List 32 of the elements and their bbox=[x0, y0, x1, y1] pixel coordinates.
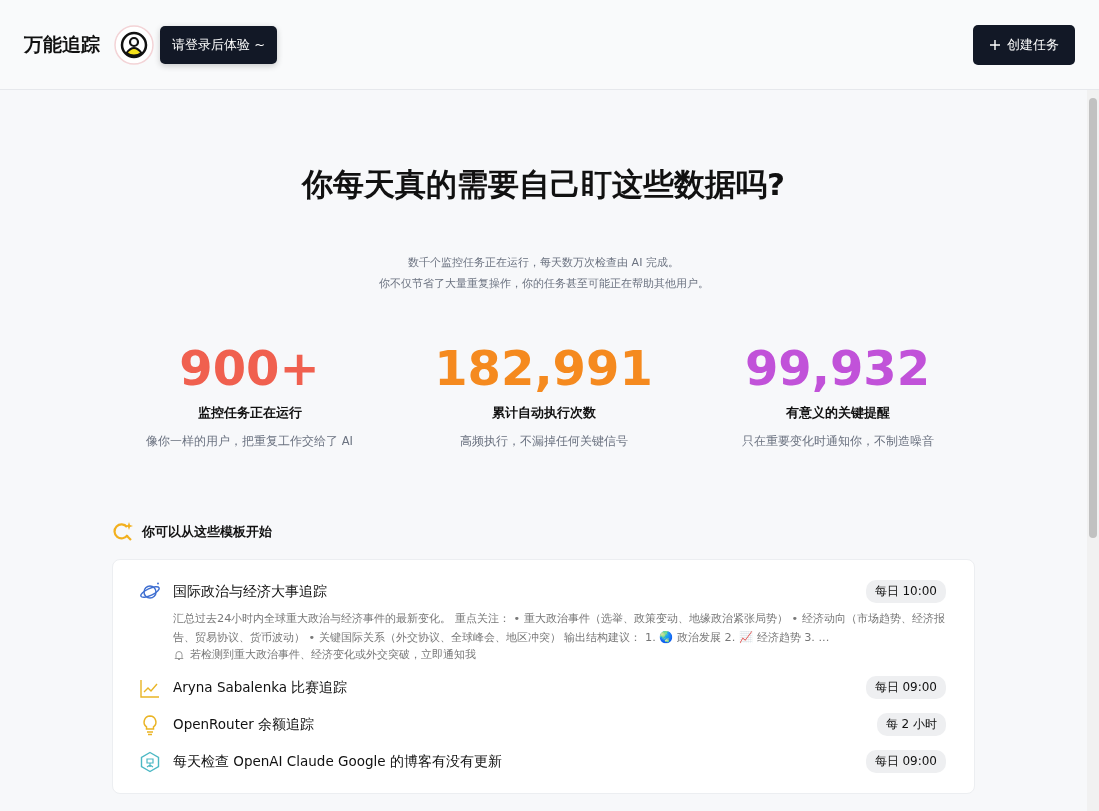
stat-label: 累计自动执行次数 bbox=[491, 404, 596, 422]
scrollbar-thumb[interactable] bbox=[1089, 98, 1097, 538]
template-title[interactable]: OpenRouter 余额追踪 bbox=[173, 715, 865, 734]
stat-number: 182,991 bbox=[434, 340, 653, 396]
sparkle-search-icon bbox=[112, 521, 134, 543]
template-title[interactable]: 国际政治与经济大事追踪 bbox=[173, 582, 854, 601]
hexagon-icon bbox=[139, 750, 161, 773]
stat-description: 高频执行，不漏掉任何关键信号 bbox=[459, 434, 628, 449]
notify-condition: 若检测到重大政治事件、经济变化或外交突破，立即通知我 bbox=[190, 647, 476, 662]
stat-description: 只在重要变化时通知你，不制造噪音 bbox=[741, 434, 934, 449]
logo-text: 万能追踪 bbox=[24, 31, 100, 57]
schedule-badge: 每 2 小时 bbox=[876, 713, 946, 736]
stat-label: 监控任务正在运行 bbox=[197, 404, 302, 422]
hero-subtitle: 你不仅节省了大量重复操作，你的任务甚至可能正在帮助其他用户。 bbox=[378, 276, 709, 292]
hero-title: 你每天真的需要自己盯这些数据吗? bbox=[302, 165, 785, 204]
schedule-badge: 每日 10:00 bbox=[865, 580, 946, 603]
template-title[interactable]: Aryna Sabalenka 比赛追踪 bbox=[173, 678, 854, 697]
template-title[interactable]: 每天检查 OpenAI Claude Google 的博客有没有更新 bbox=[173, 752, 854, 771]
plus-icon bbox=[989, 38, 1001, 51]
stat-number: 900+ bbox=[179, 340, 320, 396]
hero-subtitle: 数千个监控任务正在运行，每天数万次检查由 AI 完成。 bbox=[407, 255, 680, 271]
create-task-button[interactable]: 创建任务 bbox=[973, 24, 1075, 65]
schedule-badge: 每日 09:00 bbox=[865, 676, 946, 699]
stat-description: 像你一样的用户，把重复工作交给了 AI bbox=[146, 434, 353, 449]
templates-heading: 你可以从这些模板开始 bbox=[142, 523, 272, 541]
user-avatar-icon[interactable] bbox=[114, 24, 154, 65]
stat-number: 99,932 bbox=[744, 340, 931, 396]
bell-icon bbox=[173, 648, 185, 661]
template-description: 汇总过去24小时内全球重大政治与经济事件的最新变化。 重点关注： • 重大政治事件（选举、政策变动、地缘政治紧张局势） • 经济动向（市场趋势、经济报告、贸易协议、货币波动） • 关键国际关系（外交协议、全球峰会、地区冲突） 输出结构建议： 1. 🌏 政治发展 2. 📈 经济趋势 3. ... bbox=[173, 611, 946, 646]
login-hint-button[interactable]: 请登录后体验 ~ bbox=[160, 25, 278, 64]
stat-label: 有意义的关键提醒 bbox=[785, 404, 890, 422]
schedule-badge: 每日 09:00 bbox=[865, 750, 946, 773]
